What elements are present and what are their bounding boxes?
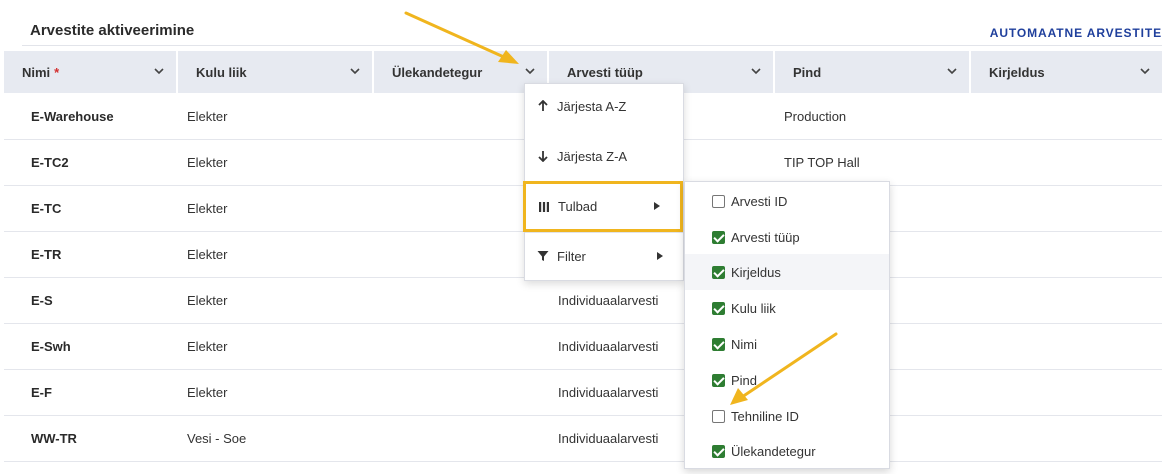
checkbox[interactable]: [712, 409, 725, 423]
column-toggle-tehniline-id[interactable]: Tehniline ID: [685, 398, 889, 434]
column-toggle-label: Arvesti tüüp: [731, 229, 800, 245]
column-toggle-label: Nimi: [731, 336, 757, 352]
column-header-nimi[interactable]: Nimi *: [4, 51, 178, 93]
cell-area: TIP TOP Hall: [784, 154, 860, 170]
column-toggle-arvesti-tuup[interactable]: Arvesti tüüp: [685, 219, 889, 255]
column-header-pind[interactable]: Pind: [775, 51, 971, 93]
cell-name: E-TC2: [31, 154, 69, 170]
column-toggle-label: Kulu liik: [731, 300, 776, 316]
columns-submenu: Arvesti ID Arvesti tüüp Kirjeldus Kulu l…: [684, 181, 890, 469]
column-header-label: Arvesti tüüp: [567, 64, 643, 80]
caret-right-icon: [654, 202, 660, 210]
arrow-down-icon: [538, 151, 548, 162]
column-header-kirjeldus[interactable]: Kirjeldus: [971, 51, 1162, 93]
column-toggle-kirjeldus[interactable]: Kirjeldus: [685, 254, 889, 290]
column-toggle-arvesti-id[interactable]: Arvesti ID: [685, 183, 889, 219]
cell-name: E-TR: [31, 246, 62, 262]
cell-cost-type: Elekter: [187, 154, 228, 170]
row-divider: [4, 461, 1162, 462]
columns-icon: [539, 201, 549, 212]
menu-item-label: Filter: [557, 248, 586, 264]
arrow-up-icon: [538, 100, 548, 111]
cell-name: E-Warehouse: [31, 108, 114, 124]
checkbox[interactable]: [712, 444, 725, 458]
column-toggle-label: Tehniline ID: [731, 408, 799, 424]
chevron-down-icon[interactable]: [152, 64, 166, 78]
cell-name: E-S: [31, 292, 53, 308]
checkbox[interactable]: [712, 194, 725, 208]
column-header-label: Kulu liik: [196, 64, 247, 80]
menu-item-columns[interactable]: Tulbad: [523, 181, 683, 232]
chevron-down-icon[interactable]: [749, 64, 763, 78]
cell-cost-type: Elekter: [187, 200, 228, 216]
checkbox[interactable]: [712, 337, 725, 351]
cell-name: E-F: [31, 384, 52, 400]
table-row[interactable]: E-F Elekter Individuaalarvesti: [4, 369, 1162, 415]
column-toggle-ulekandetegur[interactable]: Ülekandetegur: [685, 433, 889, 469]
column-menu: Järjesta A-Z Järjesta Z-A Tulbad Filter: [523, 83, 684, 281]
column-toggle-kulu-liik[interactable]: Kulu liik: [685, 290, 889, 326]
menu-item-filter[interactable]: Filter: [525, 234, 683, 278]
checkbox[interactable]: [712, 373, 725, 387]
column-header-label: Pind: [793, 64, 822, 80]
column-header-label: Ülekandetegur: [392, 64, 483, 80]
menu-item-label: Järjesta A-Z: [557, 98, 627, 114]
menu-divider: [525, 232, 683, 233]
table-row[interactable]: E-Swh Elekter Individuaalarvesti: [4, 323, 1162, 369]
cell-cost-type: Elekter: [187, 246, 228, 262]
cell-area: Production: [784, 108, 847, 124]
menu-item-sort-desc[interactable]: Järjesta Z-A: [525, 134, 683, 178]
caret-right-icon: [657, 252, 663, 260]
cell-meter-type: Individuaalarvesti: [558, 430, 659, 446]
chevron-down-icon[interactable]: [945, 64, 959, 78]
menu-item-label: Järjesta Z-A: [557, 148, 628, 164]
cell-cost-type: Vesi - Soe: [187, 430, 247, 446]
chevron-down-icon[interactable]: [1138, 64, 1152, 78]
cell-meter-type: Individuaalarvesti: [558, 384, 659, 400]
column-header-label: Nimi: [22, 64, 51, 80]
column-toggle-nimi[interactable]: Nimi: [685, 326, 889, 362]
column-toggle-label: Ülekandetegur: [731, 443, 816, 459]
table-row[interactable]: WW-TR Vesi - Soe Individuaalarvesti: [4, 415, 1162, 461]
cell-cost-type: Elekter: [187, 384, 228, 400]
column-toggle-label: Pind: [731, 372, 758, 388]
cell-cost-type: Elekter: [187, 338, 228, 354]
page-title: Arvestite aktiveerimine: [30, 22, 195, 39]
title-divider: [22, 45, 1162, 46]
menu-item-label: Tulbad: [558, 199, 598, 214]
cell-name: E-TC: [31, 200, 62, 216]
checkbox[interactable]: [712, 265, 725, 279]
cell-name: WW-TR: [31, 430, 77, 446]
column-header-ulekandetegur[interactable]: Ülekandetegur: [374, 51, 549, 93]
required-mark: *: [54, 64, 60, 80]
cell-cost-type: Elekter: [187, 292, 228, 308]
column-toggle-label: Kirjeldus: [731, 264, 781, 280]
column-toggle-label: Arvesti ID: [731, 193, 788, 209]
checkbox[interactable]: [712, 301, 725, 315]
cell-name: E-Swh: [31, 338, 71, 354]
chevron-down-icon[interactable]: [348, 64, 362, 78]
checkbox[interactable]: [712, 230, 725, 244]
table-row[interactable]: E-S Elekter Individuaalarvesti: [4, 277, 1162, 323]
cell-meter-type: Individuaalarvesti: [558, 292, 659, 308]
column-header-label: Kirjeldus: [989, 64, 1045, 80]
cell-cost-type: Elekter: [187, 108, 228, 124]
cell-meter-type: Individuaalarvesti: [558, 338, 659, 354]
column-toggle-pind[interactable]: Pind: [685, 362, 889, 398]
menu-item-sort-asc[interactable]: Järjesta A-Z: [525, 84, 683, 128]
column-header-kulu-liik[interactable]: Kulu liik: [178, 51, 374, 93]
chevron-down-icon[interactable]: [523, 64, 537, 78]
automatic-meters-button[interactable]: AUTOMAATNE ARVESTITE: [990, 26, 1162, 40]
filter-icon: [537, 251, 549, 261]
